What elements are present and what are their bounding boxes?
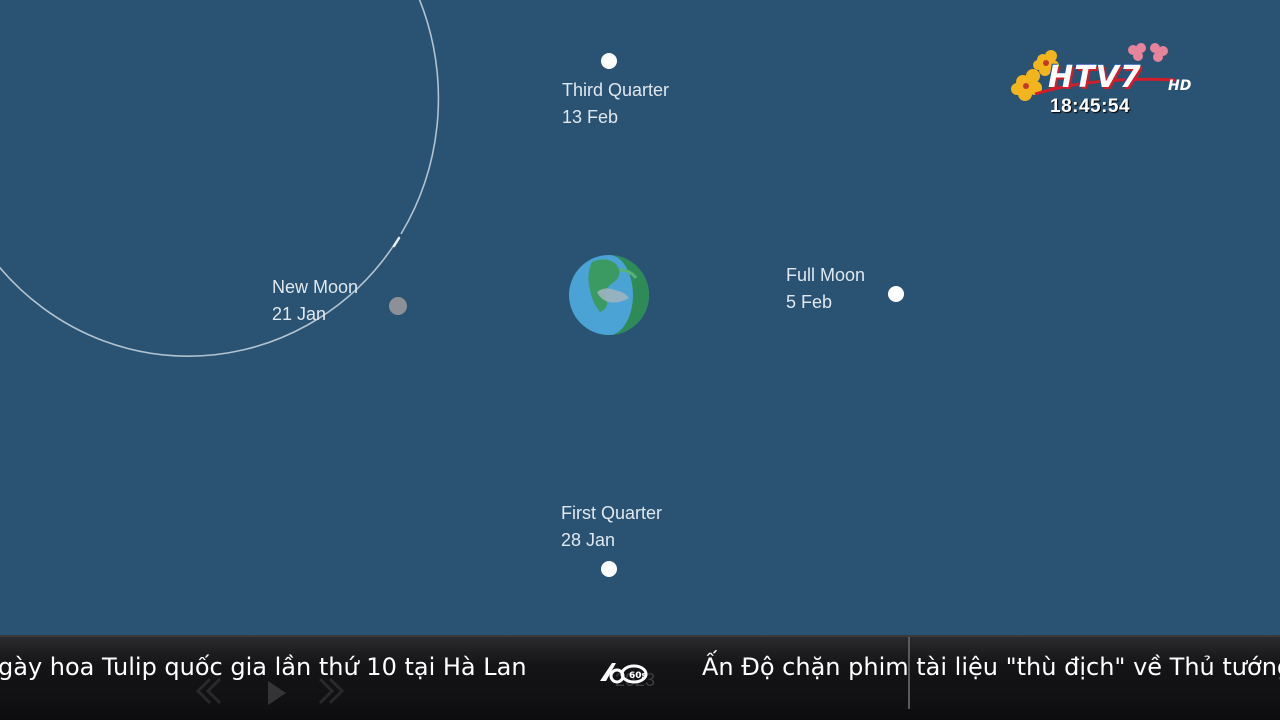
news-ticker: gày hoa Tulip quốc gia lần thứ 10 tại Hà… — [0, 635, 1280, 720]
ticker-strip: gày hoa Tulip quốc gia lần thứ 10 tại Hà… — [0, 635, 1280, 709]
moon-icon-third-quarter — [601, 53, 617, 69]
first-quarter-date: 28 Jan — [561, 530, 616, 550]
sixty-seconds-logo-icon: 60s — [600, 663, 648, 684]
full-moon-date: 5 Feb — [786, 292, 833, 312]
third-quarter-date: 13 Feb — [562, 107, 619, 127]
moon-icon-first-quarter — [601, 561, 617, 577]
third-quarter-label: Third Quarter 13 Feb — [562, 77, 669, 131]
full-moon-name: Full Moon — [786, 265, 866, 285]
third-quarter-name: Third Quarter — [562, 80, 670, 100]
broadcast-clock: 18:45:54 — [1050, 96, 1131, 117]
new-moon-date: 21 Jan — [272, 304, 327, 324]
earth-icon — [569, 255, 649, 335]
sixty-seconds-logo-text: 60s — [629, 671, 647, 681]
orbit-end-mark — [392, 236, 401, 248]
full-moon-label: Full Moon 5 Feb — [786, 262, 865, 316]
orbit-path — [0, 0, 440, 357]
moon-icon-full-moon — [888, 286, 904, 302]
new-moon-label: New Moon 21 Jan — [272, 274, 358, 328]
ticker-divider — [908, 637, 910, 709]
new-moon-name: New Moon — [272, 277, 359, 297]
ticker-headline-1: gày hoa Tulip quốc gia lần thứ 10 tại Hà… — [0, 653, 527, 681]
moon-icon-new-moon — [389, 297, 407, 315]
ticker-headline-2: Ấn Độ chặn phim tài liệu "thù địch" về T… — [702, 653, 1280, 681]
channel-logo: HTV7 — [1048, 60, 1142, 95]
channel-hd-badge: HD — [1168, 78, 1192, 94]
first-quarter-name: First Quarter — [561, 503, 663, 523]
first-quarter-label: First Quarter 28 Jan — [561, 500, 662, 554]
